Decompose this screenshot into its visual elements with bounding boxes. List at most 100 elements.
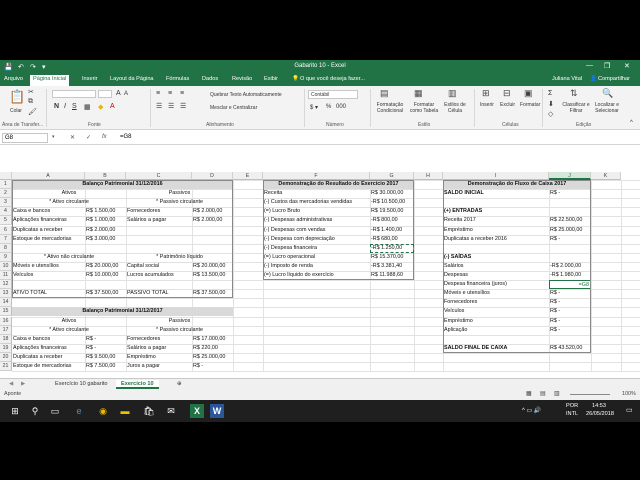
enter-formula-icon[interactable]: ✓ xyxy=(86,134,91,141)
column-header[interactable]: B xyxy=(85,172,126,180)
tab-formulas[interactable]: Fórmulas xyxy=(166,76,189,82)
row-header[interactable]: 14 xyxy=(0,298,12,308)
row-header[interactable]: 21 xyxy=(0,362,12,372)
share-button[interactable]: Compartilhar xyxy=(598,76,630,82)
clock-time[interactable]: 14:53 xyxy=(592,403,606,409)
column-header[interactable]: C xyxy=(126,172,192,180)
find-select-icon[interactable]: 🔍 xyxy=(602,88,613,99)
sort-filter-button[interactable]: Classificar e Filtrar xyxy=(562,102,590,114)
tab-layout[interactable]: Layout da Página xyxy=(110,76,154,82)
tab-pagina-inicial[interactable]: Página Inicial xyxy=(30,75,70,86)
column-header[interactable]: E xyxy=(233,172,263,180)
row-header[interactable]: 18 xyxy=(0,334,12,344)
tray-icons[interactable]: ^ ▭ 🔊 xyxy=(522,407,541,414)
format-cells-button[interactable]: Formatar xyxy=(520,102,540,108)
clock-date[interactable]: 26/05/2018 xyxy=(586,411,614,417)
page-break-view-icon[interactable]: ▥ xyxy=(554,390,560,397)
row-header[interactable]: 1 xyxy=(0,180,12,190)
grow-font-icon[interactable]: A xyxy=(116,90,121,97)
cancel-formula-icon[interactable]: ✕ xyxy=(70,134,75,141)
keyboard-layout[interactable]: INTL xyxy=(566,411,578,417)
column-header[interactable]: H xyxy=(414,172,443,180)
tab-revisao[interactable]: Revisão xyxy=(232,76,252,82)
word-taskbar-icon[interactable]: W xyxy=(210,404,224,418)
comma-icon[interactable]: 000 xyxy=(336,104,346,110)
align-center-icon[interactable]: ☰ xyxy=(168,102,174,110)
cell[interactable]: Duplicatas a receber xyxy=(12,353,85,362)
add-sheet-icon[interactable]: ⊕ xyxy=(172,380,187,389)
row-header[interactable]: 4 xyxy=(0,207,12,217)
conditional-format-icon[interactable]: ▤ xyxy=(380,88,389,99)
row-header[interactable]: 12 xyxy=(0,280,12,290)
minimize-button[interactable]: — xyxy=(586,62,593,69)
column-header[interactable]: A xyxy=(12,172,85,180)
paste-label[interactable]: Colar xyxy=(10,108,22,114)
row-header[interactable]: 7 xyxy=(0,234,12,244)
zoom-slider[interactable] xyxy=(570,394,610,395)
fill-icon[interactable]: ⬇ xyxy=(548,100,554,108)
language-indicator[interactable]: POR xyxy=(566,403,578,409)
tab-arquivo[interactable]: Arquivo xyxy=(4,76,23,82)
cell[interactable]: Salários a pagar xyxy=(126,344,192,353)
row-header[interactable]: 2 xyxy=(0,189,12,199)
cell[interactable]: R$ 25.000,00 xyxy=(192,353,233,362)
row-header[interactable]: 15 xyxy=(0,307,12,317)
notifications-icon[interactable]: ▭ xyxy=(626,406,633,414)
file-explorer-icon[interactable]: ▬ xyxy=(118,404,132,418)
borders-icon[interactable]: ▦ xyxy=(84,103,91,111)
maximize-button[interactable]: ❐ xyxy=(604,62,610,70)
tab-inserir[interactable]: Inserir xyxy=(82,76,98,82)
column-header[interactable]: I xyxy=(443,172,549,180)
spreadsheet-grid[interactable]: A B C D E F G H I J K 1 2 3 4 5 6 7 8 9 10 11 12 13 14 15 16 17 18 19… xyxy=(0,172,640,372)
task-view-icon[interactable]: ▭ xyxy=(48,404,62,418)
italic-icon[interactable]: I xyxy=(64,103,66,110)
cell-styles-button[interactable]: Estilos de Célula xyxy=(442,102,468,114)
insert-cells-button[interactable]: Inserir xyxy=(480,102,494,108)
align-left-icon[interactable]: ☰ xyxy=(156,102,162,110)
format-cells-icon[interactable]: ▣ xyxy=(524,88,533,99)
autosum-icon[interactable]: Σ xyxy=(548,90,552,97)
excel-taskbar-icon[interactable]: X xyxy=(190,404,204,418)
row-header[interactable]: 9 xyxy=(0,252,12,262)
cell[interactable]: R$ 17.000,00 xyxy=(192,335,233,344)
row-header[interactable]: 3 xyxy=(0,198,12,208)
tab-exibir[interactable]: Exibir xyxy=(264,76,278,82)
tab-dados[interactable]: Dados xyxy=(202,76,218,82)
user-name[interactable]: Juliana Vital xyxy=(552,76,582,82)
row-header[interactable]: 20 xyxy=(0,352,12,362)
cell[interactable]: R$ 7.500,00 xyxy=(85,362,126,371)
tell-me-input[interactable]: O que você deseja fazer... xyxy=(300,76,365,82)
chrome-icon[interactable]: ◉ xyxy=(96,404,110,418)
cell[interactable]: Juros a pagar xyxy=(126,362,192,371)
fx-icon[interactable]: fx xyxy=(102,134,107,140)
font-name-select[interactable] xyxy=(52,90,96,98)
cell[interactable]: Estoque de mercadorias xyxy=(12,362,85,371)
edge-icon[interactable]: e xyxy=(72,404,86,418)
row-header[interactable]: 16 xyxy=(0,316,12,326)
store-icon[interactable]: 🛍 xyxy=(142,404,156,418)
cell[interactable]: Fornecedores xyxy=(126,335,192,344)
cell[interactable]: R$ 220,00 xyxy=(192,344,233,353)
column-header[interactable]: J xyxy=(549,172,591,180)
zoom-level[interactable]: 100% xyxy=(622,391,636,397)
mail-icon[interactable]: ✉ xyxy=(164,404,178,418)
cell[interactable]: R$ 9.500,00 xyxy=(85,353,126,362)
format-table-icon[interactable]: ▦ xyxy=(414,88,423,99)
align-middle-icon[interactable]: ≡ xyxy=(168,90,172,97)
currency-icon[interactable]: $ ▾ xyxy=(310,104,318,111)
row-header[interactable]: 5 xyxy=(0,216,12,226)
cell[interactable]: R$ - xyxy=(192,362,233,371)
format-table-button[interactable]: Formatar como Tabela xyxy=(408,102,440,114)
sheet-tab-exercicio[interactable]: Exercício 10 xyxy=(116,380,159,389)
font-size-select[interactable] xyxy=(98,90,112,98)
delete-cells-button[interactable]: Excluir xyxy=(500,102,515,108)
cell[interactable]: Ativos xyxy=(12,317,126,326)
cell[interactable]: Empréstimo xyxy=(126,353,192,362)
align-top-icon[interactable]: ≡ xyxy=(156,90,160,97)
column-header[interactable]: K xyxy=(591,172,621,180)
format-painter-icon[interactable]: 🖌 xyxy=(28,108,37,116)
cell[interactable]: Balanço Patrimonial 31/12/2017 xyxy=(12,307,233,316)
fill-color-icon[interactable]: ◆ xyxy=(98,103,103,111)
cell[interactable]: * Passivo circulante xyxy=(126,326,233,335)
conditional-format-button[interactable]: Formatação Condicional xyxy=(373,102,407,114)
